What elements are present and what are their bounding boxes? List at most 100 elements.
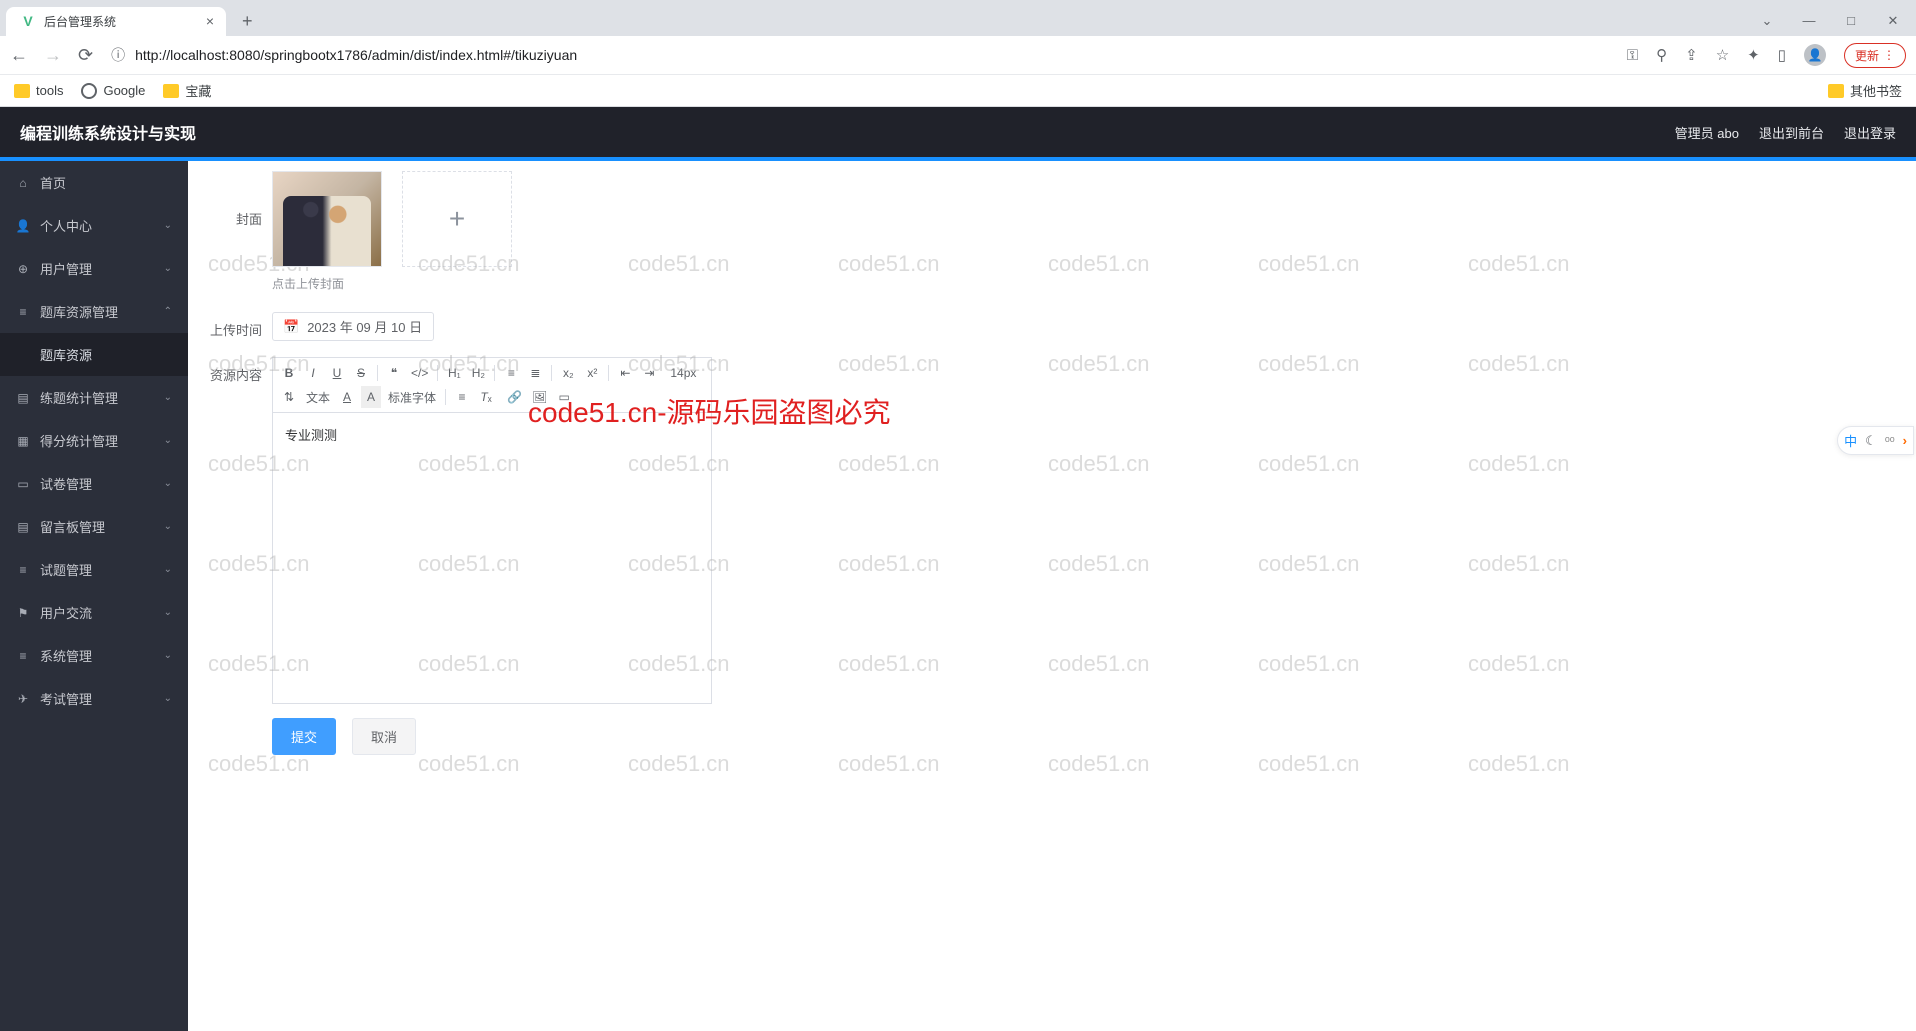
- ordered-list-icon[interactable]: ≡: [501, 362, 521, 384]
- date-value: 2023 年 09 月 10 日: [307, 317, 422, 336]
- url-bar[interactable]: ⓘ http://localhost:8080/springbootx1786/…: [105, 45, 1615, 65]
- app-header: 编程训练系统设计与实现 管理员 abo 退出到前台 退出登录: [0, 107, 1916, 157]
- sidebar-item-exam[interactable]: ✈考试管理⌄: [0, 677, 188, 720]
- fontfamily-select[interactable]: 标准字体: [385, 388, 439, 407]
- sidebar-item-profile[interactable]: 👤个人中心⌄: [0, 204, 188, 247]
- sidebar-item-communicate[interactable]: ⚑用户交流⌄: [0, 591, 188, 634]
- folder-icon: [14, 84, 30, 98]
- window-controls: ⌄ — □ ✕: [1744, 13, 1916, 29]
- clear-format-icon[interactable]: Tₓ: [476, 386, 496, 408]
- stepper-icon[interactable]: ⇅: [279, 386, 299, 408]
- align-icon[interactable]: ≡: [452, 386, 472, 408]
- google-icon: [81, 83, 97, 99]
- vue-icon: V: [20, 13, 36, 29]
- ime-arrow-icon[interactable]: ›: [1903, 433, 1907, 448]
- chevron-up-icon: ⌃: [164, 306, 172, 317]
- subscript-icon[interactable]: x₂: [558, 362, 578, 384]
- back-icon[interactable]: ←: [10, 45, 28, 66]
- header-back-front[interactable]: 退出到前台: [1759, 123, 1824, 142]
- maximize-icon[interactable]: □: [1842, 13, 1860, 29]
- cancel-button[interactable]: 取消: [352, 718, 416, 755]
- bookmark-treasure[interactable]: 宝藏: [163, 81, 211, 100]
- bgcolor-icon[interactable]: A: [361, 386, 381, 408]
- strike-icon[interactable]: S: [351, 362, 371, 384]
- submit-button[interactable]: 提交: [272, 718, 336, 755]
- minimize-icon[interactable]: —: [1800, 13, 1818, 29]
- msg-icon: ▤: [16, 520, 30, 534]
- underline-icon[interactable]: U: [327, 362, 347, 384]
- share-icon[interactable]: ⇪: [1685, 46, 1698, 64]
- main-content: code51.cncode51.cncode51.cncode51.cncode…: [188, 161, 1916, 1031]
- bookmark-google[interactable]: Google: [81, 83, 145, 99]
- sidebar-item-message[interactable]: ▤留言板管理⌄: [0, 505, 188, 548]
- chevron-down-icon: ⌄: [164, 650, 172, 661]
- sidebar-item-lianti[interactable]: ▤练题统计管理⌄: [0, 376, 188, 419]
- cover-image[interactable]: [272, 171, 382, 267]
- app-root: 编程训练系统设计与实现 管理员 abo 退出到前台 退出登录 ⌂首页 👤个人中心…: [0, 107, 1916, 1031]
- indent-left-icon[interactable]: ⇤: [615, 362, 635, 384]
- sidebar: ⌂首页 👤个人中心⌄ ⊕用户管理⌄ ≡题库资源管理⌃ 题库资源 ▤练题统计管理⌄…: [0, 161, 188, 1031]
- calendar-icon: 📅: [283, 319, 299, 335]
- score-icon: ▦: [16, 434, 30, 448]
- ime-lang[interactable]: 中: [1844, 431, 1857, 450]
- browser-tab[interactable]: V 后台管理系统 ×: [6, 7, 226, 36]
- ime-more-icon[interactable]: ᵒᵒ: [1885, 433, 1895, 448]
- indent-right-icon[interactable]: ⇥: [639, 362, 659, 384]
- doc-icon: ▤: [16, 391, 30, 405]
- dropdown-icon[interactable]: ⌄: [1758, 13, 1776, 29]
- bookmark-icon[interactable]: ☆: [1716, 46, 1729, 64]
- sidebar-item-users[interactable]: ⊕用户管理⌄: [0, 247, 188, 290]
- moon-icon[interactable]: ☾: [1865, 433, 1877, 449]
- add-cover-button[interactable]: +: [402, 171, 512, 267]
- editor-content-text: 专业测测: [285, 428, 337, 443]
- search-icon[interactable]: ⚲: [1656, 46, 1667, 64]
- link-icon[interactable]: 🔗: [504, 386, 525, 408]
- textcolor-icon[interactable]: A: [337, 386, 357, 408]
- update-button[interactable]: 更新⋮: [1844, 43, 1906, 68]
- ime-widget[interactable]: 中 ☾ ᵒᵒ ›: [1837, 426, 1914, 455]
- forward-icon[interactable]: →: [44, 45, 62, 66]
- extensions-icon[interactable]: ✦: [1747, 46, 1760, 64]
- video-icon[interactable]: ▭: [554, 386, 574, 408]
- new-tab-button[interactable]: +: [234, 9, 261, 34]
- profile-avatar[interactable]: 👤: [1804, 44, 1826, 66]
- folder-icon: [163, 84, 179, 98]
- editor-textarea[interactable]: 专业测测: [273, 413, 711, 703]
- sidebar-sub-tikuziyuan[interactable]: 题库资源: [0, 333, 188, 376]
- bookmark-other[interactable]: 其他书签: [1828, 81, 1902, 100]
- sidebar-item-tikuziyuan[interactable]: ≡题库资源管理⌃: [0, 290, 188, 333]
- code-icon[interactable]: </>: [408, 362, 431, 384]
- address-bar-row: ← → ⟳ ⓘ http://localhost:8080/springboot…: [0, 36, 1916, 74]
- header-user[interactable]: 管理员 abo: [1675, 123, 1739, 142]
- chevron-down-icon: ⌄: [164, 693, 172, 704]
- row-content: 资源内容 B I U S ❝ </> H₁ H₂ ≡: [198, 357, 1896, 704]
- header-logout[interactable]: 退出登录: [1844, 123, 1896, 142]
- date-input[interactable]: 📅 2023 年 09 月 10 日: [272, 312, 434, 341]
- browser-chrome: V 后台管理系统 × + ⌄ — □ ✕ ← → ⟳ ⓘ http://loca…: [0, 0, 1916, 107]
- superscript-icon[interactable]: x²: [582, 362, 602, 384]
- row-uploadtime: 上传时间 📅 2023 年 09 月 10 日: [198, 312, 1896, 341]
- texttype-select[interactable]: 文本: [303, 388, 333, 407]
- unordered-list-icon[interactable]: ≣: [525, 362, 545, 384]
- sidebar-item-score[interactable]: ▦得分统计管理⌄: [0, 419, 188, 462]
- image-icon[interactable]: 🖼: [529, 386, 550, 408]
- close-window-icon[interactable]: ✕: [1884, 13, 1902, 29]
- sidebar-item-shiti[interactable]: ≡试题管理⌄: [0, 548, 188, 591]
- sidebar-item-system[interactable]: ≡系统管理⌄: [0, 634, 188, 677]
- key-icon[interactable]: ⚿: [1627, 47, 1638, 64]
- fontsize-select[interactable]: 14px: [667, 365, 699, 381]
- close-tab-icon[interactable]: ×: [206, 13, 214, 29]
- panel-icon[interactable]: ▯: [1778, 46, 1786, 64]
- italic-icon[interactable]: I: [303, 362, 323, 384]
- nav-icons: ← → ⟳: [10, 45, 93, 66]
- sidebar-item-paper[interactable]: ▭试卷管理⌄: [0, 462, 188, 505]
- site-info-icon[interactable]: ⓘ: [111, 45, 125, 65]
- h1-icon[interactable]: H₁: [444, 362, 464, 384]
- bold-icon[interactable]: B: [279, 362, 299, 384]
- sys-icon: ≡: [16, 649, 30, 663]
- h2-icon[interactable]: H₂: [468, 362, 488, 384]
- bookmark-tools[interactable]: tools: [14, 83, 63, 98]
- sidebar-item-home[interactable]: ⌂首页: [0, 161, 188, 204]
- quote-icon[interactable]: ❝: [384, 362, 404, 384]
- reload-icon[interactable]: ⟳: [78, 45, 93, 66]
